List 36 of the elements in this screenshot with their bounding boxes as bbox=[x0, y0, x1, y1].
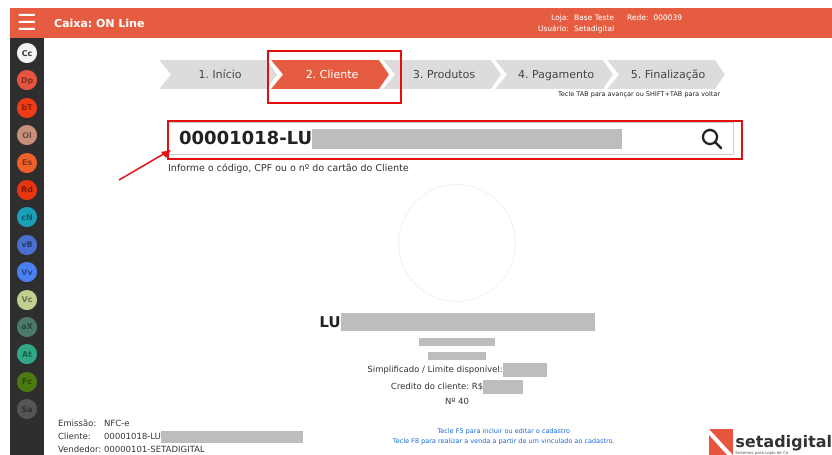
app-title: Caixa: ON Line bbox=[54, 16, 144, 30]
shortcut-button[interactable]: Dp bbox=[17, 70, 37, 90]
footer-value: 00000101-SETADIGITAL bbox=[104, 444, 205, 454]
shortcut-button[interactable]: bT bbox=[17, 98, 37, 118]
search-field[interactable]: 00001018-LU bbox=[168, 122, 734, 155]
shortcut-button[interactable]: cN bbox=[17, 207, 37, 228]
shortcut-button[interactable]: Cc bbox=[17, 43, 37, 63]
shortcut-button[interactable]: Es bbox=[17, 152, 37, 173]
shortcut-button[interactable]: vB bbox=[17, 234, 37, 255]
footer-value: 00001018-LU bbox=[104, 432, 161, 442]
step-tab[interactable]: 2. Cliente bbox=[271, 60, 389, 89]
shortcut-button[interactable]: Rd bbox=[17, 180, 37, 200]
search-value: 00001018-LU bbox=[179, 128, 312, 149]
footer-label: Cliente: bbox=[58, 432, 92, 442]
redaction-bar bbox=[502, 363, 547, 377]
step-tab[interactable]: 5. Finalização bbox=[607, 60, 725, 89]
redaction-bar bbox=[483, 380, 524, 394]
step-tab[interactable]: 4. Pagamento bbox=[495, 60, 613, 89]
redaction-bar bbox=[428, 352, 486, 360]
limit-label: Simplificado / Limite disponível: bbox=[367, 365, 503, 375]
search-icon[interactable] bbox=[701, 128, 723, 150]
footer-value: NFC-e bbox=[104, 418, 130, 428]
shortcut-button[interactable]: Vv bbox=[17, 262, 37, 282]
logo-icon bbox=[709, 429, 734, 455]
shortcut-button[interactable]: Vc bbox=[17, 290, 37, 310]
credit-label: Credito do cliente: R$ bbox=[390, 382, 484, 392]
client-number: Nº 40 bbox=[445, 397, 469, 407]
step-tab[interactable]: 3. Produtos bbox=[383, 60, 501, 89]
footer-label: Vendedor: bbox=[58, 444, 102, 454]
footer-label: Emissão: bbox=[58, 418, 98, 428]
logo-text: setadigital bbox=[735, 434, 832, 450]
step-tab[interactable]: 1. Início bbox=[159, 60, 277, 89]
search-hint: Informe o código, CPF ou o nº do cartão do Cliente bbox=[168, 163, 410, 174]
client-name: LU bbox=[319, 313, 341, 331]
shortcut-button[interactable]: At bbox=[17, 344, 37, 364]
shortcut-button[interactable]: Ol bbox=[17, 125, 37, 146]
